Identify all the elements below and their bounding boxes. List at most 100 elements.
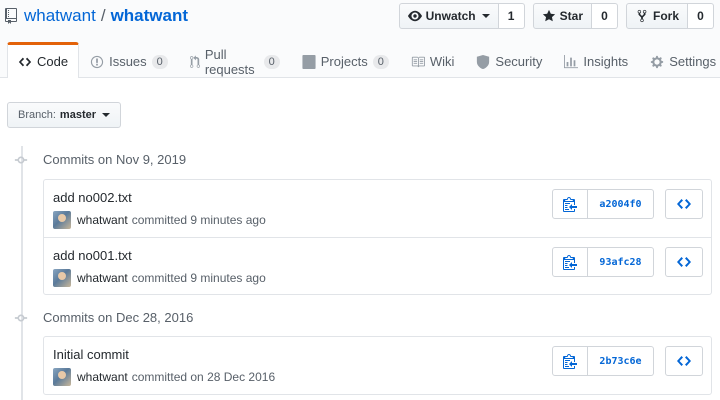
commit-sha-link[interactable]: a2004f0 xyxy=(588,189,654,219)
shield-icon xyxy=(477,54,490,69)
commit-author-link[interactable]: whatwant xyxy=(77,370,128,384)
commit-time: committed 9 minutes ago xyxy=(131,213,266,227)
tab-projects[interactable]: Projects 0 xyxy=(291,42,400,78)
gear-icon xyxy=(651,55,664,68)
repo-icon xyxy=(5,8,17,24)
code-icon xyxy=(677,257,691,267)
tab-label: Wiki xyxy=(429,54,455,69)
repo-separator: / xyxy=(100,6,106,25)
commit-list: add no002.txt whatwant committed 9 minut… xyxy=(43,179,712,295)
browse-repo-button[interactable] xyxy=(665,346,703,376)
stars-count[interactable]: 0 xyxy=(591,3,618,29)
copy-sha-button[interactable] xyxy=(552,189,588,219)
graph-icon xyxy=(564,54,579,68)
star-icon xyxy=(542,9,555,22)
branch-select-button[interactable]: Branch: master xyxy=(7,102,121,128)
forks-count[interactable]: 0 xyxy=(688,3,714,29)
book-icon xyxy=(411,56,425,67)
avatar[interactable] xyxy=(53,368,71,386)
commit-row: Initial commit whatwant committed on 28 … xyxy=(44,337,711,394)
fork-button[interactable]: Fork xyxy=(625,3,688,29)
commit-author-link[interactable]: whatwant xyxy=(77,213,128,227)
commit-row: add no001.txt whatwant committed 9 minut… xyxy=(44,237,711,294)
code-icon xyxy=(677,356,691,366)
commit-author-link[interactable]: whatwant xyxy=(77,271,128,285)
star-button[interactable]: Star xyxy=(532,3,592,29)
tab-label: Code xyxy=(37,54,69,69)
issue-icon xyxy=(90,55,104,68)
project-icon xyxy=(302,54,316,69)
unwatch-button[interactable]: Unwatch xyxy=(398,3,499,29)
star-label: Star xyxy=(559,9,583,23)
commit-message-link[interactable]: add no002.txt xyxy=(53,190,132,205)
avatar[interactable] xyxy=(53,211,71,229)
code-icon xyxy=(18,57,32,66)
commit-message-link[interactable]: add no001.txt xyxy=(53,248,132,263)
fork-group: Fork 0 xyxy=(625,3,714,29)
code-icon xyxy=(677,199,691,209)
commit-node-icon xyxy=(14,314,28,321)
commit-meta: whatwant committed on 28 Dec 2016 xyxy=(53,368,275,386)
fork-label: Fork xyxy=(652,9,679,23)
tab-pull-requests[interactable]: Pull requests 0 xyxy=(179,42,291,78)
pull-request-icon xyxy=(189,54,200,68)
tab-insights[interactable]: Insights xyxy=(553,42,639,78)
commit-time: committed on 28 Dec 2016 xyxy=(131,370,276,384)
repo-actions: Unwatch 1 Star 0 Fork 0 xyxy=(398,3,714,29)
sha-button-group: 2b73c6e xyxy=(552,346,654,376)
sha-button-group: 93afc28 xyxy=(552,247,654,277)
tab-label: Insights xyxy=(583,54,629,69)
tab-issues[interactable]: Issues 0 xyxy=(79,42,179,78)
projects-counter: 0 xyxy=(372,54,389,69)
commit-group-date: Commits on Nov 9, 2019 xyxy=(43,152,187,167)
commit-row: add no002.txt whatwant committed 9 minut… xyxy=(44,180,711,237)
commit-node-icon xyxy=(14,156,28,163)
star-group: Star 0 xyxy=(532,3,618,29)
browse-repo-button[interactable] xyxy=(665,189,703,219)
copy-sha-button[interactable] xyxy=(552,346,588,376)
watchers-count[interactable]: 1 xyxy=(498,3,525,29)
eye-icon xyxy=(407,10,422,22)
commit-group-title: Commits on Dec 28, 2016 xyxy=(14,310,193,325)
commit-meta: whatwant committed 9 minutes ago xyxy=(53,269,266,287)
avatar[interactable] xyxy=(53,269,71,287)
tab-wiki[interactable]: Wiki xyxy=(400,42,466,78)
clipboard-icon xyxy=(563,354,577,369)
timeline-line xyxy=(21,146,23,400)
tab-label: Issues xyxy=(109,54,147,69)
browse-repo-button[interactable] xyxy=(665,247,703,277)
repo-header: whatwant / whatwant Unwatch 1 Star 0 For… xyxy=(0,0,720,78)
chevron-down-icon xyxy=(481,14,490,18)
fork-icon xyxy=(637,9,647,23)
commit-meta: whatwant committed 9 minutes ago xyxy=(53,211,266,229)
sha-button-group: a2004f0 xyxy=(552,189,654,219)
commit-sha-link[interactable]: 93afc28 xyxy=(588,247,654,277)
watch-group: Unwatch 1 xyxy=(398,3,525,29)
pull-requests-counter: 0 xyxy=(263,54,280,69)
tab-label: Pull requests xyxy=(204,46,255,77)
clipboard-icon xyxy=(563,255,577,270)
tab-settings[interactable]: Settings xyxy=(639,42,720,78)
commit-list: Initial commit whatwant committed on 28 … xyxy=(43,336,712,395)
tab-label: Projects xyxy=(320,54,368,69)
repo-nav-tabs: Code Issues 0 Pull requests 0 Projects 0… xyxy=(7,42,720,78)
commit-message-link[interactable]: Initial commit xyxy=(53,347,129,362)
repo-owner-link[interactable]: whatwant xyxy=(24,6,96,26)
repo-name-link[interactable]: whatwant xyxy=(111,6,188,26)
commit-time: committed 9 minutes ago xyxy=(131,271,266,285)
tab-code[interactable]: Code xyxy=(7,42,80,78)
unwatch-label: Unwatch xyxy=(425,9,476,23)
chevron-down-icon xyxy=(102,113,110,117)
clipboard-icon xyxy=(563,197,577,212)
commit-sha-link[interactable]: 2b73c6e xyxy=(588,346,654,376)
commit-group-date: Commits on Dec 28, 2016 xyxy=(43,310,194,325)
commit-group-title: Commits on Nov 9, 2019 xyxy=(14,152,186,167)
repo-title: whatwant / whatwant xyxy=(4,5,188,27)
branch-name: master xyxy=(59,109,96,121)
issues-counter: 0 xyxy=(151,54,168,69)
copy-sha-button[interactable] xyxy=(552,247,588,277)
branch-prefix: Branch: xyxy=(18,109,56,121)
tab-label: Settings xyxy=(669,54,717,69)
tab-security[interactable]: Security xyxy=(465,42,553,78)
tab-label: Security xyxy=(495,54,543,69)
